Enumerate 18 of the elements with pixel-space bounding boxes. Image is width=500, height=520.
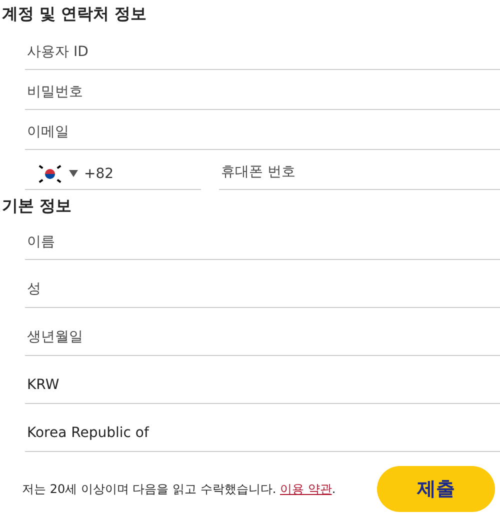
phone-number-field[interactable]: 휴대폰 번호: [219, 150, 500, 190]
terms-text: 저는 20세 이상이며 다음을 읽고 수락했습니다. 이용 약관.: [22, 480, 336, 498]
country-code: +82: [84, 166, 114, 182]
input-field[interactable]: KRW: [25, 356, 500, 404]
section-title: 계정 및 연락처 정보: [1, 3, 148, 25]
flag-icon: [37, 164, 63, 184]
submit-button[interactable]: 제출: [377, 466, 495, 512]
section-title: 기본 정보: [1, 195, 73, 217]
input-field[interactable]: 사용자 ID: [25, 30, 500, 70]
input-field[interactable]: 비밀번호: [25, 70, 500, 110]
input-field[interactable]: 이름: [25, 224, 500, 260]
input-field[interactable]: Korea Republic of: [25, 404, 500, 452]
country-code-select[interactable]: +82: [25, 150, 201, 190]
caret-icon: [69, 170, 78, 177]
terms-link[interactable]: 이용 약관: [280, 482, 332, 496]
input-field[interactable]: 이메일: [25, 110, 500, 150]
input-field[interactable]: 성: [25, 260, 500, 308]
input-field[interactable]: 생년월일: [25, 308, 500, 356]
